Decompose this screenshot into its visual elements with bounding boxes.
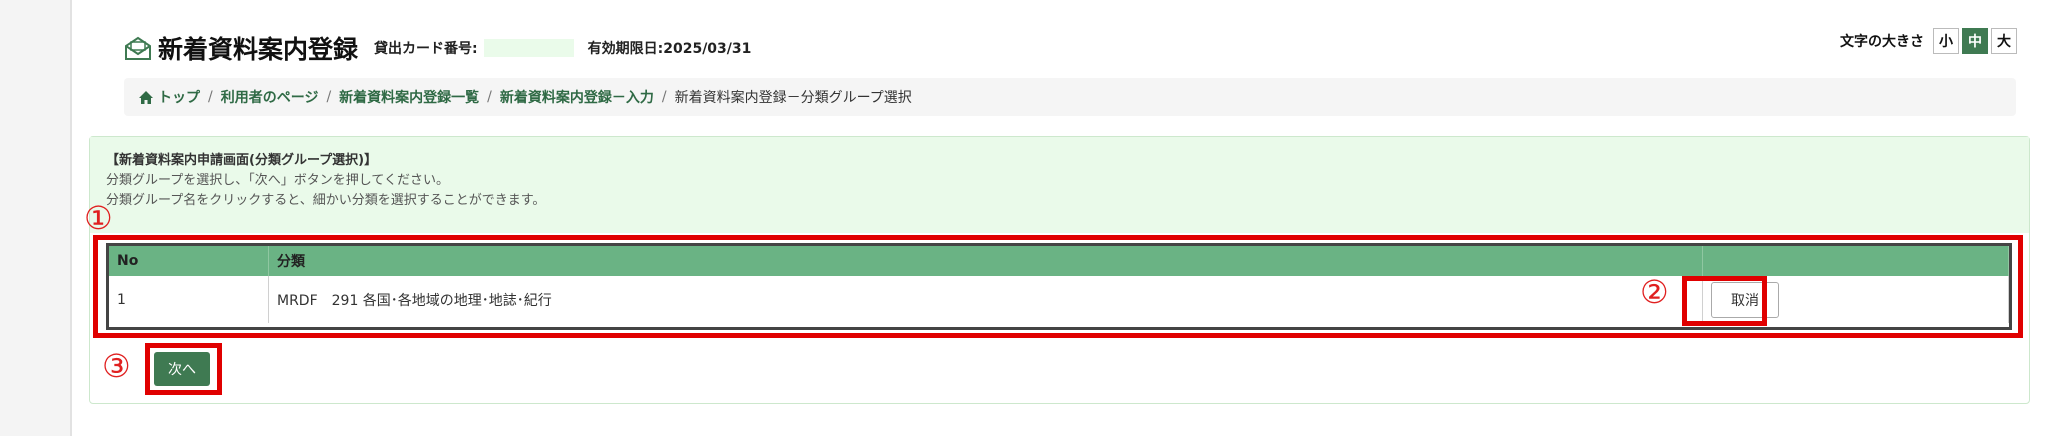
breadcrumb-registration-input-link[interactable]: 新着資料案内登録－入力 [500,87,654,107]
breadcrumb-separator: / [208,89,213,105]
font-size-large-button[interactable]: 大 [1991,28,2017,54]
highlight-frame-cancel [1682,276,1767,326]
marker-3: ③ [102,347,131,385]
table-header-row: No 分類 [109,246,2009,276]
breadcrumb-separator: / [661,89,667,105]
breadcrumb-registration-list-link[interactable]: 新着資料案内登録一覧 [339,87,479,107]
home-icon [139,90,153,104]
breadcrumb-user-page-link[interactable]: 利用者のページ [221,87,319,107]
breadcrumb: トップ / 利用者のページ / 新着資料案内登録一覧 / 新着資料案内登録－入力… [124,78,2016,116]
instructions-line-2: 分類グループ名をクリックすると、細かい分類を選択することができます。 [106,193,546,208]
instructions-box: 【新着資料案内申請画面(分類グループ選択)】 分類グループを選択し、「次へ」ボタ… [90,137,2029,233]
instructions-title: 【新着資料案内申請画面(分類グループ選択)】 [106,153,378,168]
row-no: 1 [109,276,269,323]
marker-1: ① [84,199,113,237]
page-title: 新着資料案内登録 [158,35,359,64]
column-header-no: No [109,246,269,276]
breadcrumb-current: 新着資料案内登録－分類グループ選択 [674,90,912,106]
breadcrumb-separator: / [326,89,332,105]
card-number-value [483,39,574,57]
expiry-date: 有効期限日:2025/03/31 [587,41,752,57]
next-button[interactable]: 次へ [154,352,210,386]
font-size-small-button[interactable]: 小 [1933,28,1959,54]
page-header: 新着資料案内登録 貸出カード番号: 有効期限日:2025/03/31 [124,28,751,68]
row-category[interactable]: MRDF 291 各国･各地域の地理･地誌･紀行 [268,276,1703,323]
column-header-action [1702,246,2009,276]
breadcrumb-separator: / [487,89,492,105]
font-size-label: 文字の大きさ [1840,34,1924,50]
font-size-medium-button[interactable]: 中 [1962,28,1988,54]
breadcrumb-top-link[interactable]: トップ [158,87,200,107]
instructions-line-1: 分類グループを選択し、「次へ」ボタンを押してください。 [106,173,449,188]
mail-icon [125,36,151,60]
font-size-selector: 文字の大きさ 小 中 大 [1840,28,2017,54]
card-number-label: 貸出カード番号: [374,41,478,57]
column-header-category: 分類 [268,246,1703,276]
left-sidebar-edge [0,0,72,436]
